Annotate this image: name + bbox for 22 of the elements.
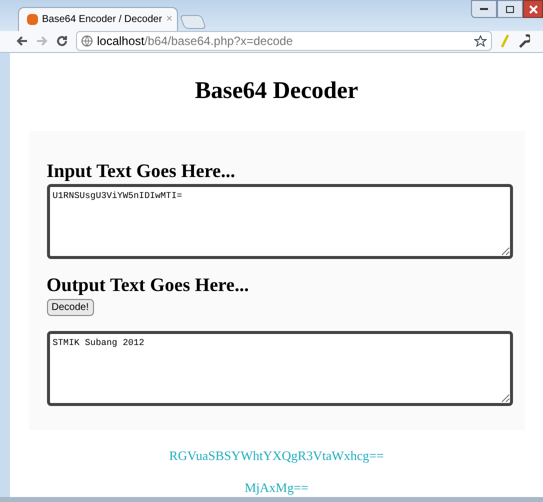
input-label: Input Text Goes Here... xyxy=(46,161,236,184)
address-bar[interactable]: localhost/b64/base64.php?x=decode xyxy=(76,31,492,52)
input-textarea[interactable]: U1RNSUsgU3ViYW5nIDIwMTI= xyxy=(46,184,512,260)
close-icon xyxy=(528,4,538,14)
maximize-button[interactable] xyxy=(497,0,523,18)
encoded-text: MjAxMg== xyxy=(244,478,308,497)
tab-title: Base64 Encoder / Decoder xyxy=(42,12,162,26)
output-label: Output Text Goes Here... xyxy=(46,275,250,298)
decode-button[interactable]: Decode! xyxy=(46,299,94,316)
reload-icon[interactable] xyxy=(56,35,68,48)
browser-tab[interactable]: Base64 Encoder / Decoder × xyxy=(18,6,178,30)
wrench-icon[interactable] xyxy=(518,34,530,48)
globe-icon xyxy=(81,35,93,48)
url-text: localhost/b64/base64.php?x=decode xyxy=(97,33,293,50)
star-icon[interactable] xyxy=(474,34,487,48)
close-window-button[interactable] xyxy=(523,0,543,18)
page-favicon-icon xyxy=(27,14,38,24)
page-title: Base64 Decoder xyxy=(194,77,358,106)
output-textarea[interactable]: STMIK Subang 2012 xyxy=(46,331,512,406)
minimize-button[interactable] xyxy=(471,0,497,18)
encoded-text: RGVuaSBSYWhtYXQgR3VtaWxhcg== xyxy=(169,447,384,466)
back-icon[interactable] xyxy=(16,35,28,48)
